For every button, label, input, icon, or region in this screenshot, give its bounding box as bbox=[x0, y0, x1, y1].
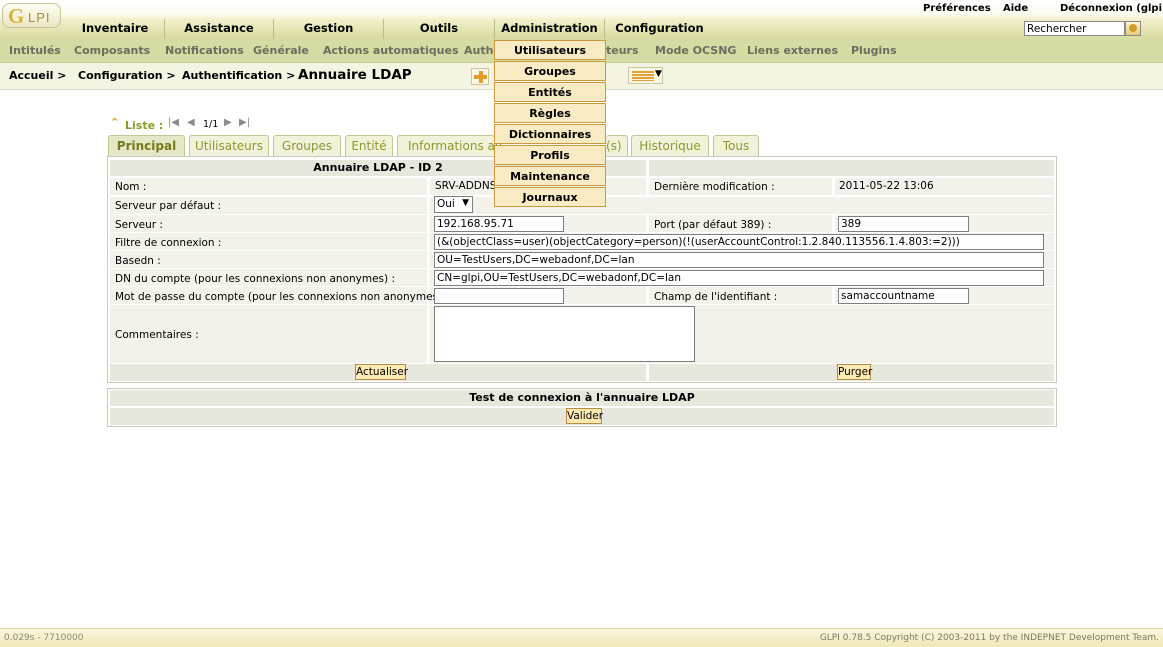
page-count: 1/1 bbox=[203, 119, 219, 130]
up-arrow-icon[interactable]: ⌃ bbox=[110, 116, 119, 129]
search-input[interactable] bbox=[1024, 21, 1125, 36]
search-icon bbox=[1129, 24, 1137, 32]
menu-inventaire[interactable]: Inventaire bbox=[66, 19, 164, 39]
server-input[interactable]: 192.168.95.71 bbox=[434, 216, 564, 232]
name-label: Nom : bbox=[115, 181, 147, 193]
chevron-down-icon: ▼ bbox=[462, 198, 469, 208]
user-links: Préférences Aide Déconnexion (glpi) bbox=[0, 3, 1163, 15]
list-link[interactable]: Liste : bbox=[125, 119, 163, 132]
form-title-right bbox=[649, 160, 1054, 176]
menu-gestion[interactable]: Gestion bbox=[273, 19, 383, 39]
breadcrumb-configuration[interactable]: Configuration > bbox=[78, 69, 176, 82]
list-lines-icon bbox=[632, 71, 654, 81]
dropdown-item-entites[interactable]: Entités bbox=[494, 82, 606, 102]
list-navigation: ⌃ Liste : |◀ ◀ 1/1 ▶ ▶| bbox=[110, 116, 410, 132]
submenu-mode-ocsng[interactable]: Mode OCSNG bbox=[655, 44, 736, 57]
menu-administration[interactable]: Administration bbox=[494, 19, 604, 39]
view-list-icon[interactable]: ▼ bbox=[628, 67, 663, 84]
menu-configuration[interactable]: Configuration bbox=[604, 19, 714, 39]
dn-label: DN du compte (pour les connexions non an… bbox=[115, 273, 396, 285]
login-field-input[interactable]: samaccountname bbox=[838, 288, 969, 304]
submenu-plugins[interactable]: Plugins bbox=[851, 44, 897, 57]
footer-timing: 0.029s - 7710000 bbox=[4, 633, 84, 643]
dropdown-item-profils[interactable]: Profils bbox=[494, 145, 606, 165]
tab-utilisateurs[interactable]: Utilisateurs bbox=[189, 135, 269, 156]
dropdown-item-journaux[interactable]: Journaux bbox=[494, 187, 606, 207]
tab-entite[interactable]: Entité bbox=[345, 135, 393, 156]
port-label: Port (par défaut 389) : bbox=[654, 219, 772, 231]
tab-historique[interactable]: Historique bbox=[631, 135, 709, 156]
tab-principal[interactable]: Principal bbox=[108, 135, 185, 156]
next-page-icon[interactable]: ▶ bbox=[224, 117, 232, 128]
comments-textarea[interactable] bbox=[434, 306, 695, 362]
last-page-icon[interactable]: ▶| bbox=[239, 117, 250, 128]
tab-informations-avancees[interactable]: Informations av bbox=[397, 135, 502, 156]
submenu-composants[interactable]: Composants bbox=[74, 44, 150, 57]
add-icon[interactable] bbox=[471, 68, 489, 85]
tab-bar: Principal Utilisateurs Groupes Entité In… bbox=[108, 135, 768, 156]
row-bg bbox=[110, 178, 427, 195]
default-server-value: Oui bbox=[437, 198, 455, 210]
administration-dropdown: Utilisateurs Groupes Entités Règles Dict… bbox=[494, 40, 606, 209]
default-server-label: Serveur par défaut : bbox=[115, 200, 222, 212]
validate-button[interactable]: Valider bbox=[566, 408, 603, 424]
tab-replicats[interactable]: (s) bbox=[606, 135, 628, 156]
footer: 0.029s - 7710000 GLPI 0.78.5 Copyright (… bbox=[0, 628, 1163, 647]
tab-tous[interactable]: Tous bbox=[713, 135, 759, 156]
main-menu: Inventaire Assistance Gestion Outils Adm… bbox=[66, 19, 742, 39]
last-modified-value: 2011-05-22 13:06 bbox=[839, 180, 934, 192]
dropdown-item-utilisateurs[interactable]: Utilisateurs bbox=[494, 40, 606, 60]
breadcrumb-authentification[interactable]: Authentification > bbox=[182, 69, 295, 82]
password-input[interactable] bbox=[434, 288, 564, 304]
tab-groupes[interactable]: Groupes bbox=[273, 135, 341, 156]
submenu-intitules[interactable]: Intitulés bbox=[9, 44, 61, 57]
filter-input[interactable]: (&(objectClass=user)(objectCategory=pers… bbox=[434, 234, 1044, 250]
last-modified-label: Dernière modification : bbox=[654, 181, 775, 193]
dropdown-item-regles[interactable]: Règles bbox=[494, 103, 606, 123]
submenu-actions-automatiques[interactable]: Actions automatiques bbox=[323, 44, 459, 57]
prev-page-icon[interactable]: ◀ bbox=[187, 117, 195, 128]
password-label: Mot de passe du compte (pour les connexi… bbox=[115, 291, 449, 303]
dn-input[interactable]: CN=glpi,OU=TestUsers,DC=webadonf,DC=lan bbox=[434, 270, 1044, 286]
footer-copyright[interactable]: GLPI 0.78.5 Copyright (C) 2003-2011 by t… bbox=[820, 633, 1159, 643]
basedn-label: Basedn : bbox=[115, 255, 161, 267]
menu-assistance[interactable]: Assistance bbox=[164, 19, 273, 39]
submenu-liens-externes[interactable]: Liens externes bbox=[747, 44, 838, 57]
name-field[interactable]: SRV-ADDNS bbox=[435, 180, 495, 192]
filter-label: Filtre de connexion : bbox=[115, 237, 222, 249]
comments-label: Commentaires : bbox=[115, 329, 199, 341]
first-page-icon[interactable]: |◀ bbox=[168, 117, 179, 128]
breadcrumb-accueil[interactable]: Accueil > bbox=[9, 69, 66, 82]
port-input[interactable]: 389 bbox=[838, 216, 969, 232]
update-button[interactable]: Actualiser bbox=[355, 364, 408, 380]
page-title[interactable]: Annuaire LDAP bbox=[298, 67, 412, 83]
submenu-generale[interactable]: Générale bbox=[253, 44, 309, 57]
help-link[interactable]: Aide bbox=[1003, 3, 1028, 14]
menu-outils[interactable]: Outils bbox=[383, 19, 494, 39]
logout-link[interactable]: Déconnexion (glpi) bbox=[1060, 3, 1163, 14]
submenu-collecteurs[interactable]: teurs bbox=[606, 44, 639, 57]
submenu-notifications[interactable]: Notifications bbox=[165, 44, 244, 57]
search-button[interactable] bbox=[1125, 21, 1141, 36]
purge-button[interactable]: Purger bbox=[837, 364, 872, 380]
chevron-down-icon: ▼ bbox=[655, 69, 662, 79]
server-label: Serveur : bbox=[115, 219, 163, 231]
dropdown-item-dictionnaires[interactable]: Dictionnaires bbox=[494, 124, 606, 144]
default-server-select[interactable]: Oui ▼ bbox=[434, 196, 473, 213]
basedn-input[interactable]: OU=TestUsers,DC=webadonf,DC=lan bbox=[434, 252, 1044, 268]
dropdown-item-groupes[interactable]: Groupes bbox=[494, 61, 606, 81]
test-title: Test de connexion à l'annuaire LDAP bbox=[110, 390, 1054, 406]
login-field-label: Champ de l'identifiant : bbox=[654, 291, 778, 303]
preferences-link[interactable]: Préférences bbox=[923, 3, 991, 14]
dropdown-item-maintenance[interactable]: Maintenance bbox=[494, 166, 606, 186]
top-header: G LPI Préférences Aide Déconnexion (glpi… bbox=[0, 0, 1163, 39]
